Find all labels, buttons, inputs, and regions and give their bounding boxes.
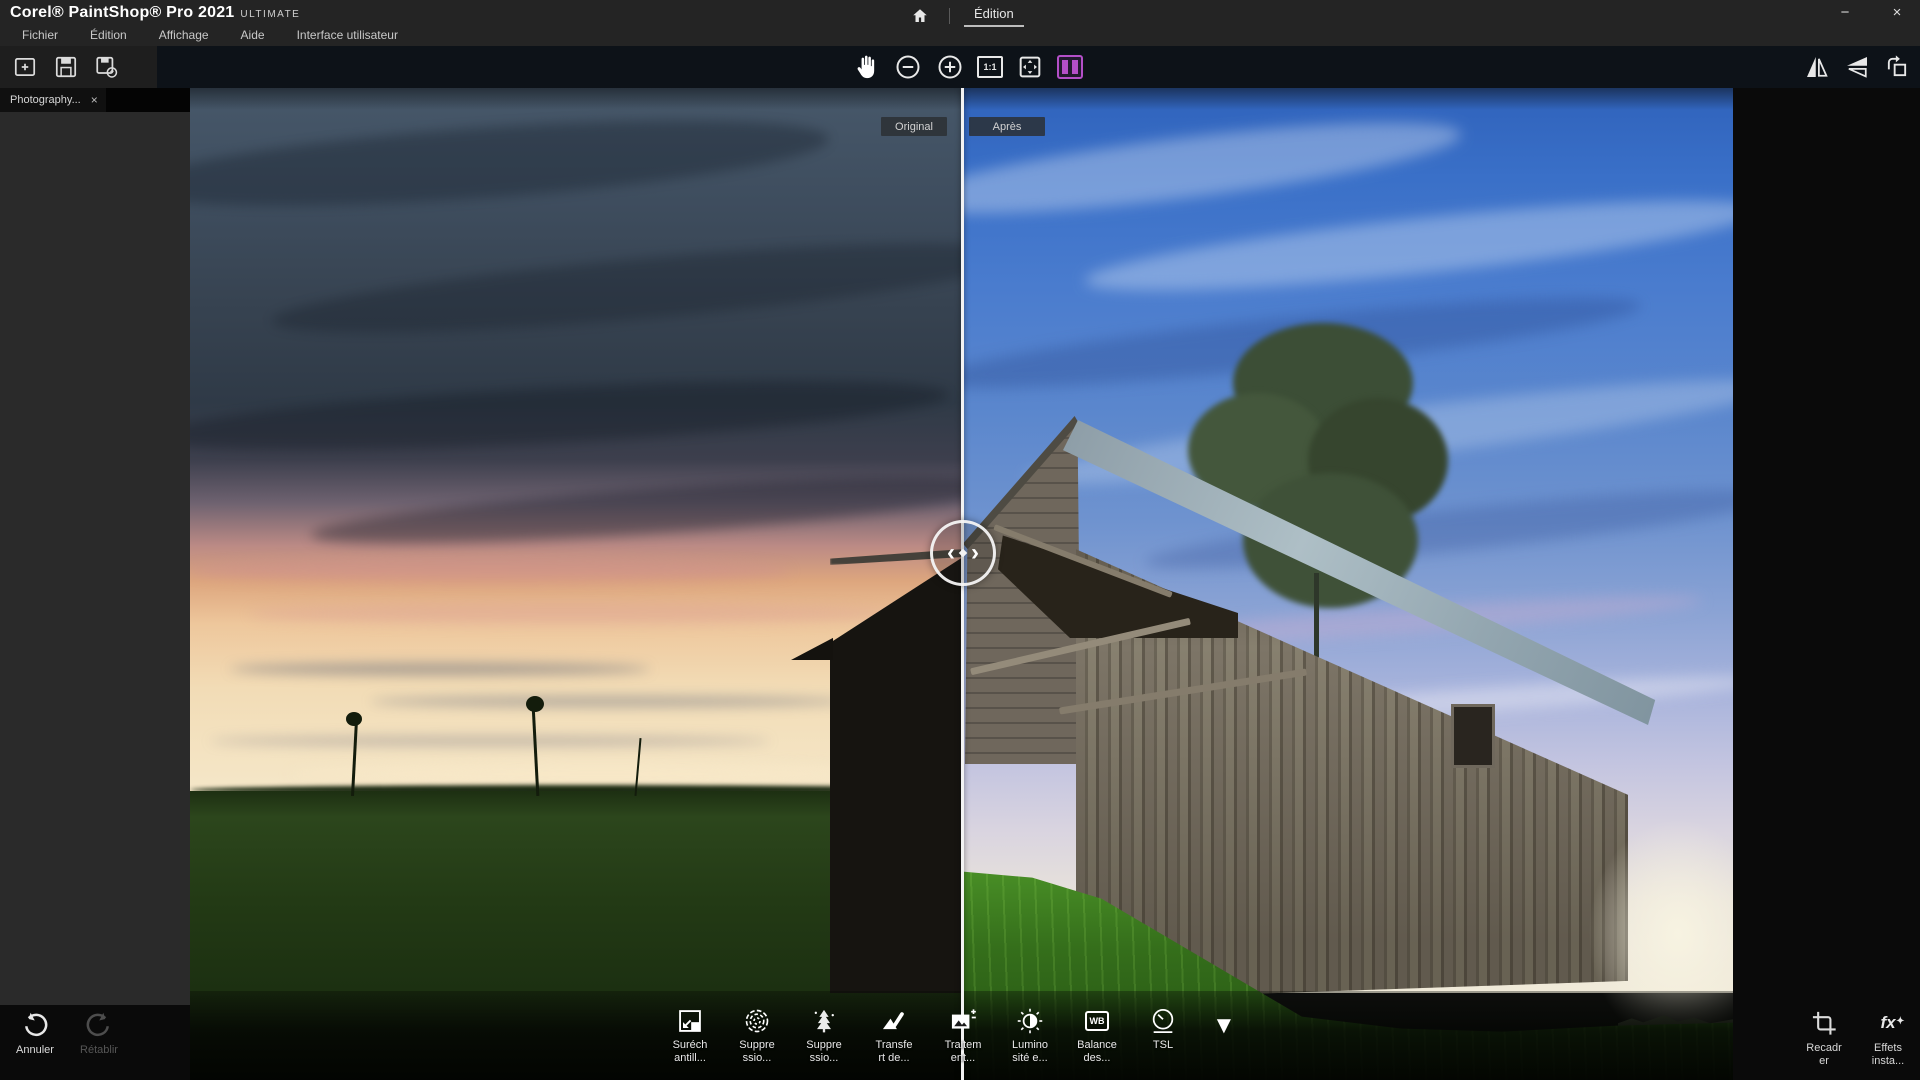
resample-label: Suréch antill... bbox=[673, 1039, 708, 1065]
after-label-badge: Après bbox=[969, 117, 1045, 136]
file-toolbar bbox=[0, 46, 157, 88]
actual-size-label: 1:1 bbox=[983, 62, 996, 72]
transform-toolbar bbox=[1802, 46, 1912, 88]
menu-affichage[interactable]: Affichage bbox=[147, 26, 221, 44]
save-icon[interactable] bbox=[51, 52, 81, 82]
hsl-label: TSL bbox=[1153, 1039, 1173, 1052]
redo-label: Rétablir bbox=[80, 1044, 118, 1056]
brightness-contrast-icon bbox=[1014, 1006, 1046, 1036]
photo-fix-icon bbox=[947, 1006, 979, 1036]
workspace-nav: Édition bbox=[905, 4, 1024, 28]
new-image-icon[interactable] bbox=[10, 52, 40, 82]
undo-label: Annuler bbox=[16, 1044, 54, 1056]
photo-before bbox=[190, 88, 963, 1080]
crop-icon bbox=[1808, 1008, 1840, 1038]
digital-noise-label: Suppre ssio... bbox=[806, 1039, 841, 1065]
save-as-icon[interactable] bbox=[92, 52, 122, 82]
white-balance-icon-text: WB bbox=[1090, 1016, 1105, 1026]
fx-glyph: fx bbox=[1880, 1013, 1895, 1032]
mountain-brush-icon bbox=[878, 1006, 910, 1036]
brightness-label: Lumino sité e... bbox=[1012, 1039, 1048, 1065]
close-tab-icon[interactable]: × bbox=[91, 93, 98, 107]
paintshop-pro-window: Corel® PaintShop® Pro 2021 ULTIMATE Fichi… bbox=[0, 0, 1920, 1080]
hsl-dial-icon bbox=[1147, 1006, 1179, 1036]
menu-fichier[interactable]: Fichier bbox=[10, 26, 70, 44]
adjust-one-step-button[interactable]: Traitem ent... bbox=[930, 1006, 996, 1065]
before-label: Original bbox=[895, 121, 933, 133]
flip-vertical-icon[interactable] bbox=[1842, 52, 1872, 82]
redo-button[interactable]: Rétablir bbox=[70, 1010, 128, 1056]
minimize-button[interactable]: − bbox=[1832, 2, 1858, 24]
plant-silhouette bbox=[346, 712, 362, 726]
handle-dot bbox=[959, 549, 967, 557]
before-label-badge: Original bbox=[881, 117, 947, 136]
fingerprint-icon bbox=[741, 1006, 773, 1036]
color-transfer-label: Transfe rt de... bbox=[876, 1039, 913, 1065]
tree-noise-icon bbox=[808, 1006, 840, 1036]
close-button[interactable]: × bbox=[1884, 2, 1910, 24]
after-label: Après bbox=[993, 121, 1022, 133]
rotate-icon[interactable] bbox=[1882, 52, 1912, 82]
resample-icon bbox=[674, 1006, 706, 1036]
adjust-white-balance-button[interactable]: WB Balance des... bbox=[1064, 1006, 1130, 1065]
barn-window bbox=[1451, 704, 1495, 768]
photo-after bbox=[963, 88, 1733, 1080]
instant-effects-button[interactable]: fx✦ Effets insta... bbox=[1856, 1008, 1920, 1068]
app-edition-label: ULTIMATE bbox=[240, 9, 300, 20]
one-step-label: Traitem ent... bbox=[945, 1039, 982, 1065]
left-panel bbox=[0, 112, 190, 1005]
undo-button[interactable]: Annuler bbox=[6, 1010, 64, 1056]
adjust-hsl-button[interactable]: TSL bbox=[1130, 1006, 1196, 1052]
app-title: Corel® PaintShop® Pro 2021 ULTIMATE bbox=[10, 4, 300, 22]
handle-right-chevron: › bbox=[971, 539, 979, 567]
document-tab-bar: Photography... × bbox=[0, 88, 190, 112]
photo-canvas: Original Après ‹ › bbox=[190, 88, 1733, 1080]
adjust-digital-noise-button[interactable]: Suppre ssio... bbox=[791, 1006, 857, 1065]
workspace-separator bbox=[949, 8, 950, 24]
crop-button[interactable]: Recadr er bbox=[1792, 1008, 1856, 1068]
actual-size-icon[interactable]: 1:1 bbox=[977, 56, 1003, 78]
menu-interface-utilisateur[interactable]: Interface utilisateur bbox=[285, 26, 410, 44]
plant-silhouette bbox=[526, 696, 544, 712]
before-gray-cloud bbox=[230, 663, 650, 675]
before-pink-streak bbox=[190, 558, 790, 584]
before-gray-cloud bbox=[370, 696, 850, 707]
menu-edition[interactable]: Édition bbox=[78, 26, 139, 44]
adjust-resample-button[interactable]: Suréch antill... bbox=[657, 1006, 723, 1065]
zoom-out-icon[interactable] bbox=[893, 52, 923, 82]
fx-spark: ✦ bbox=[1896, 1007, 1904, 1037]
before-pink-streak bbox=[250, 603, 890, 625]
noise-removal-label: Suppre ssio... bbox=[739, 1039, 774, 1065]
view-toolbar: 1:1 bbox=[851, 46, 1083, 88]
more-adjustments-icon[interactable]: ▼ bbox=[1212, 1014, 1236, 1038]
white-balance-icon: WB bbox=[1081, 1006, 1113, 1036]
instant-effects-label: Effets insta... bbox=[1872, 1042, 1904, 1068]
before-horizon-glow bbox=[290, 764, 910, 784]
handle-left-chevron: ‹ bbox=[947, 539, 955, 567]
pan-hand-icon[interactable] bbox=[851, 52, 881, 82]
before-gray-cloud bbox=[210, 736, 770, 746]
fit-to-screen-icon[interactable] bbox=[1015, 52, 1045, 82]
tab-edition-workspace[interactable]: Édition bbox=[964, 6, 1024, 27]
window-controls: − × bbox=[1832, 2, 1910, 24]
right-panel bbox=[1733, 88, 1920, 1080]
document-tab-label: Photography... bbox=[10, 94, 81, 106]
crop-label: Recadr er bbox=[1806, 1042, 1841, 1068]
zoom-in-icon[interactable] bbox=[935, 52, 965, 82]
adjust-brightness-button[interactable]: Lumino sité e... bbox=[997, 1006, 1063, 1065]
instant-effects-icon: fx✦ bbox=[1880, 1008, 1895, 1038]
flip-horizontal-icon[interactable] bbox=[1802, 52, 1832, 82]
split-compare-view-icon[interactable] bbox=[1057, 55, 1083, 79]
home-icon[interactable] bbox=[905, 1, 935, 31]
document-tab-photography[interactable]: Photography... × bbox=[0, 88, 106, 112]
main-toolbar: 1:1 bbox=[0, 46, 1920, 88]
compare-slider-handle[interactable]: ‹ › bbox=[930, 520, 996, 586]
adjust-noise-removal-button[interactable]: Suppre ssio... bbox=[724, 1006, 790, 1065]
menu-bar: Fichier Édition Affichage Aide Interface… bbox=[10, 26, 410, 44]
title-bar: Corel® PaintShop® Pro 2021 ULTIMATE Fichi… bbox=[0, 0, 1920, 46]
app-title-text: Corel® PaintShop® Pro 2021 bbox=[10, 4, 234, 21]
menu-aide[interactable]: Aide bbox=[229, 26, 277, 44]
adjust-color-transfer-button[interactable]: Transfe rt de... bbox=[861, 1006, 927, 1065]
white-balance-label: Balance des... bbox=[1077, 1039, 1117, 1065]
